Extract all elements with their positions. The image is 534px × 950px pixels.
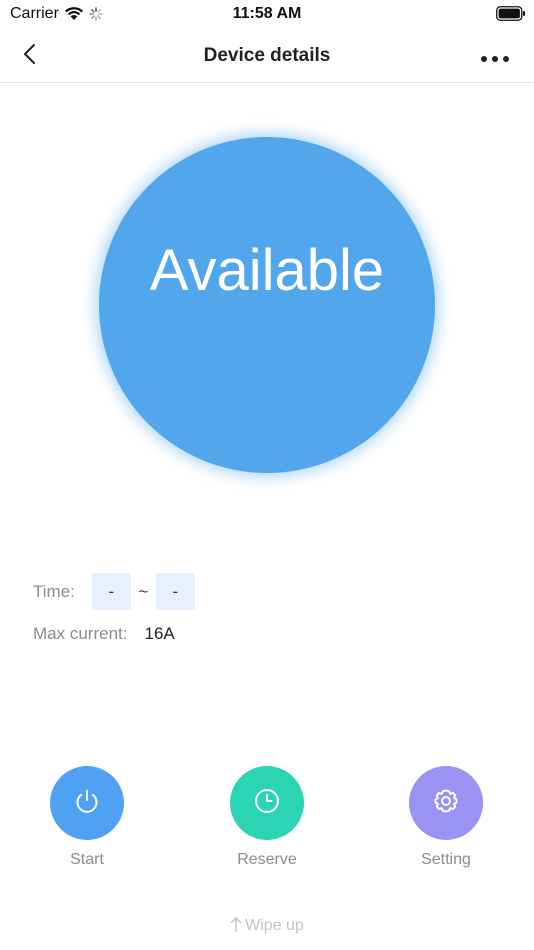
time-label: Time: (33, 581, 75, 601)
reserve-button-label: Reserve (237, 851, 297, 868)
start-button-label: Start (70, 851, 104, 868)
battery-icon (496, 6, 526, 26)
device-status-label: Available (149, 238, 385, 303)
max-current-row: Max current: 16A (33, 622, 175, 646)
reserve-button[interactable]: Reserve (212, 766, 322, 869)
more-options-icon[interactable] (480, 50, 510, 68)
time-separator: ~ (138, 581, 149, 601)
max-current-value: 16A (144, 624, 175, 643)
setting-button[interactable]: Setting (391, 766, 501, 869)
wipe-up-hint[interactable]: Wipe up (0, 916, 534, 937)
clock-icon (252, 786, 282, 821)
start-button-circle[interactable] (50, 766, 124, 840)
max-current-label: Max current: (33, 624, 128, 643)
setting-button-label: Setting (421, 851, 471, 868)
status-time: 11:58 AM (232, 5, 302, 22)
time-end-box: - (155, 573, 195, 610)
gear-icon (431, 786, 461, 821)
time-row: Time: - ~ - (33, 573, 195, 610)
time-start-box: - (91, 573, 131, 610)
arrow-up-icon (230, 916, 242, 937)
navigation-bar: Device details (0, 28, 534, 83)
wipe-up-label: Wipe up (245, 917, 304, 934)
device-status-circle: Available (99, 137, 435, 473)
setting-button-circle[interactable] (409, 766, 483, 840)
page-title: Device details (203, 45, 331, 66)
power-icon (72, 786, 102, 821)
start-button[interactable]: Start (32, 766, 142, 869)
reserve-button-circle[interactable] (230, 766, 304, 840)
status-bar: Carrier 11:58 AM (0, 0, 534, 28)
